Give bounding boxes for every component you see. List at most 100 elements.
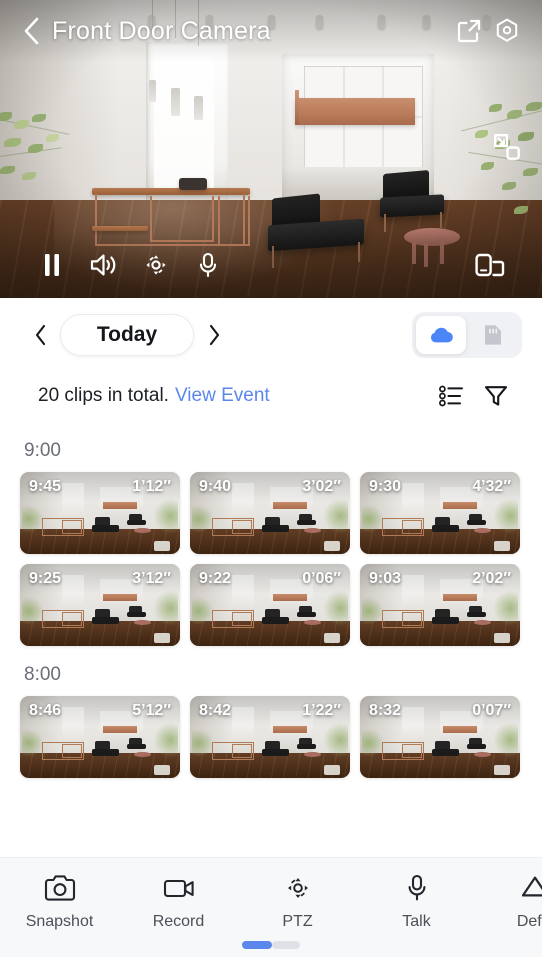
- filter-button[interactable]: [474, 376, 518, 416]
- toolbar-item-talk[interactable]: Talk: [357, 872, 476, 931]
- chevron-left-icon: [24, 17, 38, 45]
- storage-option-sdcard[interactable]: [468, 316, 518, 354]
- clip-item[interactable]: 9:45 1’12″: [20, 472, 180, 554]
- clip-time: 8:42: [199, 702, 232, 719]
- clip-overlay: 9:45 1’12″: [20, 472, 180, 502]
- chevron-right-icon: [209, 324, 219, 346]
- clip-duration: 4’32″: [472, 478, 511, 495]
- video-camera-icon: [162, 872, 196, 904]
- clip-overlay: 9:22 0’06″: [190, 564, 350, 594]
- toolbar-item-record[interactable]: Record: [119, 872, 238, 931]
- clip-time: 8:32: [369, 702, 402, 719]
- clip-item[interactable]: 8:32 0’07″: [360, 696, 520, 778]
- clip-time: 9:40: [199, 478, 232, 495]
- clip-overlay: 8:46 5’12″: [20, 696, 180, 726]
- toolbar-item-label: PTZ: [282, 913, 313, 930]
- clips-panel: Today 20 clips in total. View Event 9:00…: [0, 298, 542, 857]
- microphone-button[interactable]: [182, 242, 234, 288]
- fullscreen-button[interactable]: [464, 242, 516, 288]
- definition-icon: [519, 872, 542, 904]
- clip-time: 9:03: [369, 570, 402, 587]
- page-title: Front Door Camera: [52, 16, 271, 45]
- clip-row: 8:46 5’12″ 8:42 1’22″ 8:32 0’07″: [0, 696, 542, 778]
- video-header: Front Door Camera: [0, 0, 542, 62]
- previous-day-button[interactable]: [26, 318, 54, 352]
- camera-detail-screen: Front Door Camera Today 20 clips in tota…: [0, 0, 542, 961]
- date-navigator: Today: [0, 298, 542, 364]
- volume-button[interactable]: [78, 242, 130, 288]
- clip-overlay: 8:42 1’22″: [190, 696, 350, 726]
- clip-time: 9:30: [369, 478, 402, 495]
- back-button[interactable]: [16, 14, 46, 48]
- clip-time: 9:25: [29, 570, 62, 587]
- toolbar-item-snapshot[interactable]: Snapshot: [0, 872, 119, 931]
- ptz-icon: [282, 872, 314, 904]
- clip-overlay: 8:32 0’07″: [360, 696, 520, 726]
- clip-item[interactable]: 9:25 3’12″: [20, 564, 180, 646]
- pip-zoom-button[interactable]: [490, 130, 524, 164]
- clip-item[interactable]: 8:42 1’22″: [190, 696, 350, 778]
- storage-source-toggle: [412, 312, 522, 358]
- live-video-player[interactable]: Front Door Camera: [0, 0, 542, 298]
- toolbar-item-label: Snapshot: [25, 913, 94, 930]
- rotate-fullscreen-icon: [475, 253, 505, 277]
- toolbar-item-ptz[interactable]: PTZ: [238, 872, 357, 931]
- camera-icon: [44, 875, 75, 901]
- clip-duration: 2’02″: [472, 570, 511, 587]
- filter-funnel-icon: [484, 386, 508, 406]
- hexagon-settings-icon: [496, 18, 518, 42]
- view-event-link[interactable]: View Event: [175, 385, 270, 407]
- toolbar-items: Snapshot Record PTZ Talk Defin: [0, 872, 542, 931]
- page-indicator: [242, 941, 300, 949]
- clip-item[interactable]: 8:46 5’12″: [20, 696, 180, 778]
- video-camera-icon: [163, 879, 194, 898]
- video-controls: [0, 232, 542, 298]
- clip-time: 8:46: [29, 702, 62, 719]
- settings-button[interactable]: [488, 12, 526, 50]
- clip-row: 9:25 3’12″ 9:22 0’06″ 9:03 2’02″: [0, 564, 542, 646]
- microphone-icon: [408, 874, 425, 901]
- sd-card-icon: [485, 325, 501, 345]
- toolbar-item-label: Record: [152, 913, 205, 930]
- toolbar-item-defin[interactable]: Defin: [476, 872, 542, 931]
- clip-groups: 9:00 9:45 1’12″ 9:40 3’02″ 9:30 4’32″ 9:25 3’12″…: [0, 422, 542, 778]
- definition-icon: [521, 876, 542, 897]
- window-light: [154, 47, 215, 191]
- clip-overlay: 9:40 3’02″: [190, 472, 350, 502]
- clip-duration: 5’12″: [132, 702, 171, 719]
- ptz-button[interactable]: [130, 242, 182, 288]
- toolbar-item-label: Talk: [402, 913, 431, 930]
- clip-item[interactable]: 9:40 3’02″: [190, 472, 350, 554]
- clip-duration: 0’07″: [472, 702, 511, 719]
- selected-date-button[interactable]: Today: [60, 314, 194, 356]
- copper-counter: [295, 90, 415, 126]
- pause-button[interactable]: [26, 242, 78, 288]
- clip-overlay: 9:30 4’32″: [360, 472, 520, 502]
- clip-duration: 1’22″: [302, 702, 341, 719]
- clip-item[interactable]: 9:03 2’02″: [360, 564, 520, 646]
- clip-duration: 1’12″: [132, 478, 171, 495]
- microphone-icon: [199, 252, 217, 278]
- cloud-icon: [430, 327, 453, 343]
- clip-item[interactable]: 9:30 4’32″: [360, 472, 520, 554]
- next-day-button[interactable]: [200, 318, 228, 352]
- clips-summary: 20 clips in total. View Event: [0, 364, 542, 422]
- clip-time: 9:45: [29, 478, 62, 495]
- clip-item[interactable]: 9:22 0’06″: [190, 564, 350, 646]
- plant-right: [450, 96, 542, 246]
- list-view-button[interactable]: [430, 376, 474, 416]
- chevron-left-icon: [35, 324, 45, 346]
- clip-duration: 0’06″: [302, 570, 341, 587]
- toolbar-item-label: Defin: [516, 913, 542, 930]
- plant-left: [0, 104, 80, 214]
- selected-date-label: Today: [96, 323, 158, 346]
- ptz-icon: [146, 255, 166, 275]
- ptz-icon: [287, 878, 308, 898]
- page-dot-inactive: [272, 941, 300, 949]
- picture-in-picture-icon: [494, 134, 520, 160]
- share-button[interactable]: [450, 12, 488, 50]
- clip-row: 9:45 1’12″ 9:40 3’02″ 9:30 4’32″: [0, 472, 542, 554]
- storage-option-cloud[interactable]: [416, 316, 466, 354]
- clip-overlay: 9:03 2’02″: [360, 564, 520, 594]
- hour-group-label: 8:00: [24, 664, 61, 685]
